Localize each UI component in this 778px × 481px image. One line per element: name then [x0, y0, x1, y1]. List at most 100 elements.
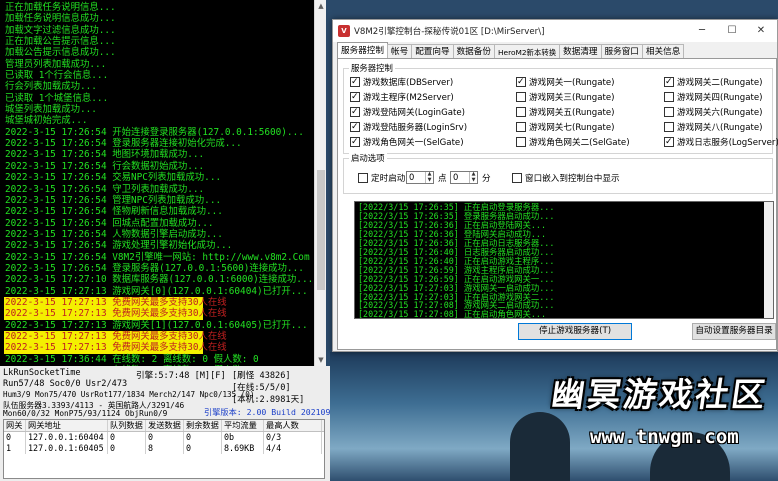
scroll-thumb[interactable]: [317, 170, 325, 290]
console-line: 2022-3-15 17:26:54 交易NPC列表加载成功...: [5, 172, 222, 184]
checked-box-icon[interactable]: [516, 76, 526, 88]
column-header[interactable]: 平均流量: [222, 420, 264, 431]
column-header[interactable]: 队列数据: [108, 420, 146, 431]
column-header[interactable]: 网关: [4, 420, 26, 431]
window-titlebar[interactable]: V V8M2引擎控制台-探秘传说01区 [D:\MirServer\] ─ ☐ …: [333, 20, 777, 42]
minute-unit: 分: [482, 174, 491, 184]
app-icon: V: [338, 25, 350, 37]
column-header[interactable]: 剩余数据: [184, 420, 222, 431]
tab-1[interactable]: 帐号: [386, 44, 413, 59]
server-checkbox[interactable]: 游戏网关一(Rungate): [516, 76, 615, 88]
timer-checkbox-box[interactable]: [358, 173, 368, 183]
server-checkbox-label: 游戏数据库(DBServer): [363, 78, 454, 88]
refresh-count: [刷怪 43826]: [232, 371, 291, 381]
gateway-table-header: 网关 网关地址 队列数据 发送数据 剩余数据 平均流量 最高人数: [4, 420, 324, 432]
stop-server-button[interactable]: 停止游戏服务器(T): [518, 323, 632, 340]
checked-box-icon[interactable]: [664, 136, 674, 148]
server-checkbox[interactable]: 游戏数据库(DBServer): [350, 76, 453, 88]
timer-start-checkbox[interactable]: 定时启动:: [358, 172, 408, 184]
checked-box-icon[interactable]: [350, 76, 360, 88]
server-checkbox[interactable]: 游戏登陆服务器(LoginSrv): [350, 121, 467, 133]
table-cell: 0: [184, 432, 222, 443]
server-checkbox[interactable]: 游戏角色网关二(SelGate): [516, 136, 630, 148]
control-console-window[interactable]: V V8M2引擎控制台-探秘传说01区 [D:\MirServer\] ─ ☐ …: [332, 19, 778, 352]
log-scrollbar[interactable]: [764, 202, 773, 318]
desktop: 正在加载任务说明信息... 加载任务说明信息成功... 加载文字过滤信息成功... 正…: [0, 0, 778, 481]
unchecked-box-icon[interactable]: [664, 107, 674, 117]
unchecked-box-icon[interactable]: [516, 107, 526, 117]
console-line: 2022-3-15 17:36:44 在线数: 2 离线数: 0 假人数: 0: [5, 353, 259, 365]
table-row[interactable]: 1 127.0.0.1:60405 0 8 0 8.69KB 4/4: [4, 443, 324, 454]
server-checkbox[interactable]: 游戏主程序(M2Server): [350, 91, 454, 103]
column-header[interactable]: 发送数据: [146, 420, 184, 431]
column-header[interactable]: 最高人数: [264, 420, 322, 431]
console-line: 2022-3-15 17:26:54 回城点配置加载成功...: [5, 217, 214, 229]
server-checkbox[interactable]: 游戏网关八(Rungate): [664, 121, 763, 133]
server-checkbox[interactable]: 游戏网关二(Rungate): [664, 76, 763, 88]
unchecked-box-icon[interactable]: [516, 122, 526, 132]
hour-spinner[interactable]: 0 ▲ ▼: [406, 171, 434, 184]
gateway-table: 网关 网关地址 队列数据 发送数据 剩余数据 平均流量 最高人数 0 127.0.0.1:60…: [3, 419, 325, 479]
unchecked-box-icon[interactable]: [516, 92, 526, 102]
run-stats: Run57/48 Soc0/0 Usr2/473: [3, 379, 128, 389]
maximize-icon[interactable]: ☐: [718, 22, 746, 40]
server-checkbox[interactable]: 游戏登陆网关(LoginGate): [350, 106, 465, 118]
server-checkbox[interactable]: 游戏网关四(Rungate): [664, 91, 763, 103]
unchecked-box-icon[interactable]: [664, 122, 674, 132]
close-icon[interactable]: ✕: [747, 22, 775, 40]
checked-box-icon[interactable]: [350, 106, 360, 118]
checked-box-icon[interactable]: [664, 76, 674, 88]
table-cell: 0: [108, 432, 146, 443]
server-control-group-title: 服务器控制: [349, 62, 395, 74]
scroll-up-icon[interactable]: ▲: [315, 0, 327, 12]
start-options-group-title: 启动选项: [349, 152, 387, 164]
server-checkbox-label: 游戏登陆服务器(LoginSrv): [363, 123, 468, 133]
tab-0[interactable]: 服务器控制: [337, 42, 388, 59]
server-checkbox[interactable]: 游戏网关五(Rungate): [516, 106, 615, 118]
unchecked-box-icon[interactable]: [664, 92, 674, 102]
console-line: 已读取 1个行会信息...: [5, 70, 109, 82]
column-header[interactable]: 网关地址: [26, 420, 108, 431]
scroll-down-icon[interactable]: ▼: [315, 354, 327, 366]
embed-checkbox-box[interactable]: [512, 173, 522, 183]
checked-box-icon[interactable]: [350, 91, 360, 103]
tab-bar: 服务器控制 帐号 配置向导 数据备份 HeroM2新本转换 数据清理 服务窗口 相关信息: [337, 42, 685, 59]
server-checkbox[interactable]: 游戏网关六(Rungate): [664, 106, 763, 118]
spin-arrows-icon[interactable]: ▲ ▼: [469, 171, 477, 183]
server-checkbox[interactable]: 游戏角色网关一(SelGate): [350, 136, 464, 148]
engine-time: 引擎:5:7:48 [M][F]: [136, 371, 226, 381]
minimize-icon[interactable]: ─: [688, 22, 716, 40]
checked-box-icon[interactable]: [350, 121, 360, 133]
tab-7[interactable]: 相关信息: [641, 44, 685, 59]
auto-set-directory-button[interactable]: 自动设置服务器目录: [692, 323, 776, 340]
table-row[interactable]: 0 127.0.0.1:60404 0 0 0 0b 0/3: [4, 432, 324, 443]
tab-5[interactable]: 数据清理: [559, 44, 602, 59]
console-line: 2022-3-15 17:26:54 V8M2引擎唯一网站: http://ww…: [5, 251, 310, 263]
server-checkbox[interactable]: 游戏日志服务(LogServer): [664, 136, 778, 148]
server-checkbox-label: 游戏网关一(Rungate): [529, 78, 615, 88]
tab-2[interactable]: 配置向导: [411, 44, 454, 59]
minute-spinner[interactable]: 0 ▲ ▼: [450, 171, 478, 184]
spin-arrows-icon[interactable]: ▲ ▼: [425, 171, 433, 183]
socket-time-label: LkRunSocketTime: [3, 368, 81, 378]
console-line: 2022-3-15 17:26:54 怪物刷新信息加载成功...: [5, 206, 223, 218]
console-line: 2022-3-15 17:26:54 管理NPC列表加载成功...: [5, 194, 222, 206]
tab-3[interactable]: 数据备份: [452, 44, 495, 59]
embed-window-checkbox[interactable]: 窗口嵌入到控制台中显示: [512, 172, 620, 184]
server-checkbox[interactable]: 游戏网关三(Rungate): [516, 91, 615, 103]
tab-6[interactable]: 服务窗口: [600, 44, 643, 59]
unchecked-box-icon[interactable]: [516, 137, 526, 147]
startup-log: [2022/3/15 17:26:35] 正在启动登录服务器... [2022/3…: [354, 201, 774, 319]
console-scrollbar[interactable]: ▲ ▼: [314, 0, 326, 366]
server-checkbox-label: 游戏网关五(Rungate): [529, 108, 615, 118]
console-line: 正在加载公告提示信息...: [5, 36, 116, 48]
hour-unit: 点: [438, 174, 447, 184]
timer-start-label: 定时启动:: [371, 174, 409, 184]
table-cell: 1: [4, 443, 26, 454]
watermark: 幽冥游戏社区 www.tnwgm.com: [500, 360, 778, 481]
checked-box-icon[interactable]: [350, 136, 360, 148]
table-cell: 0: [184, 443, 222, 454]
tab-4[interactable]: HeroM2新本转换: [493, 44, 561, 59]
server-checkbox[interactable]: 游戏网关七(Rungate): [516, 121, 615, 133]
engine-version: 引擎版本: 2.00 Build 20210917: [204, 407, 341, 417]
